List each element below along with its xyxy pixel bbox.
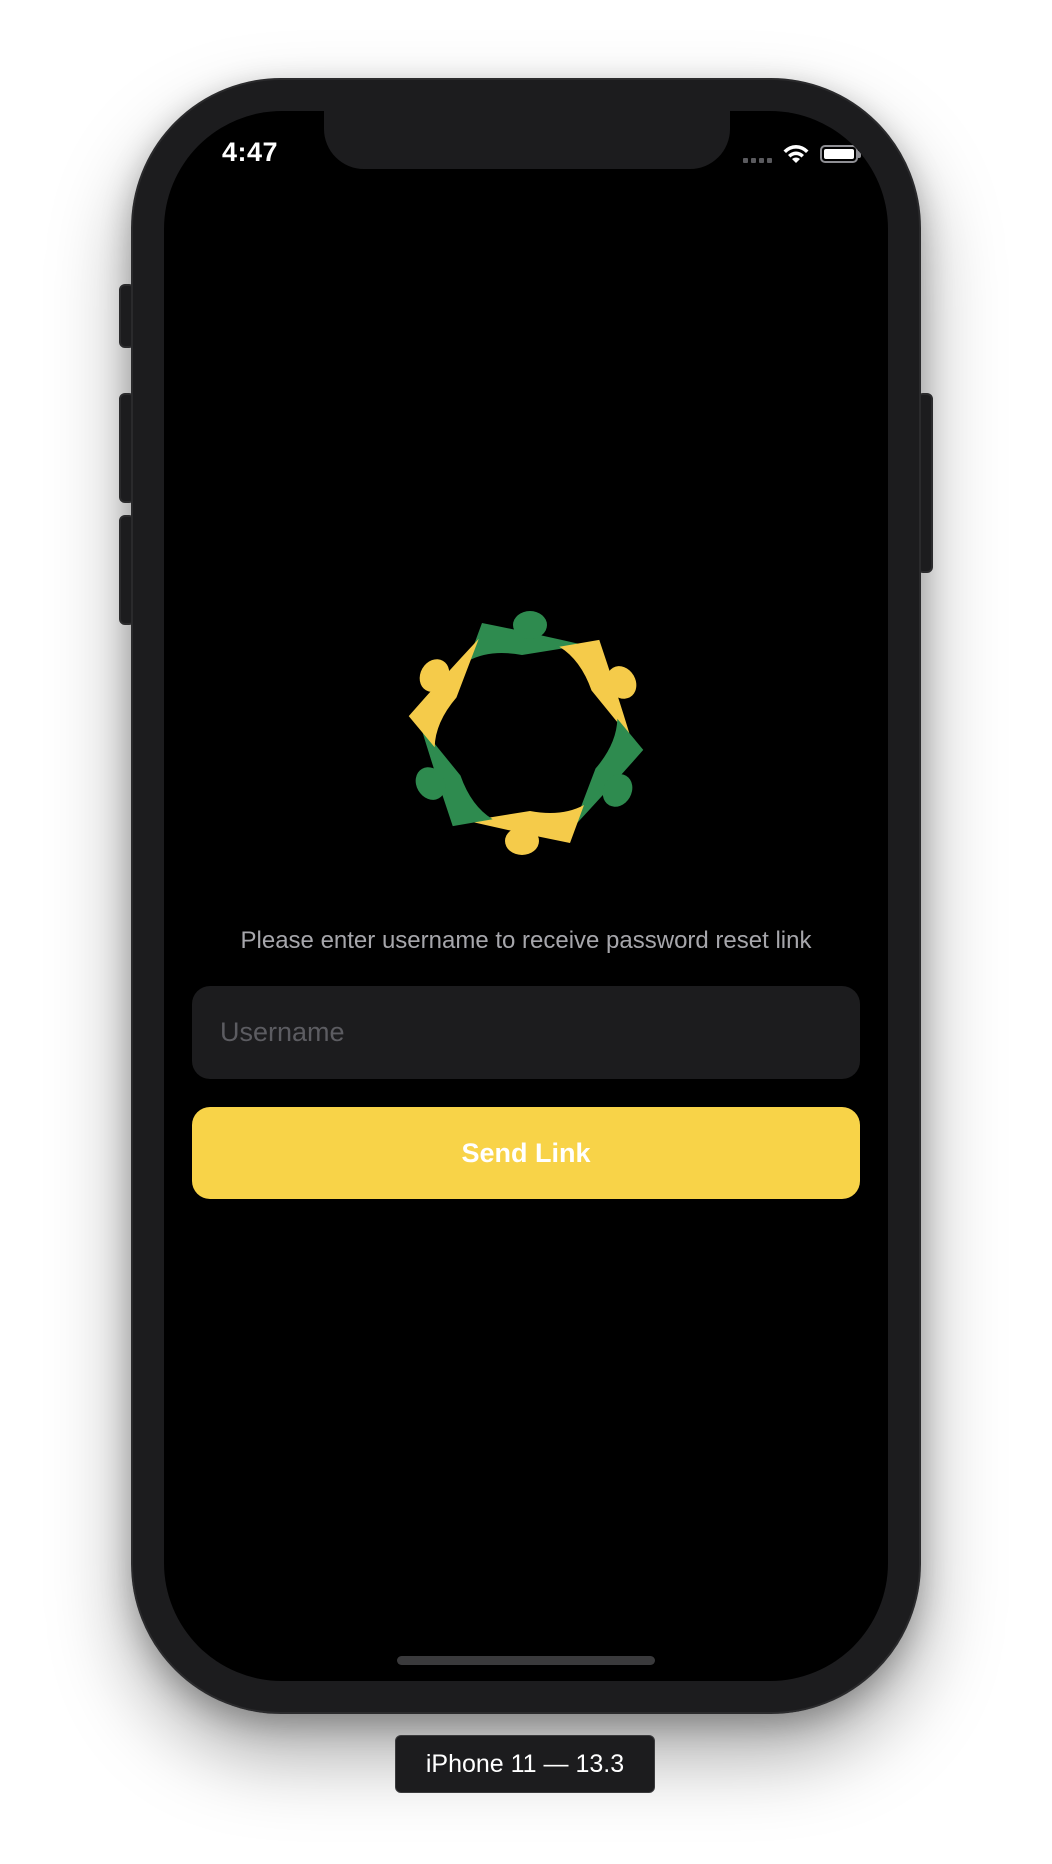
logo-figure-yellow xyxy=(468,805,584,855)
people-circle-logo xyxy=(408,611,644,855)
app-screen: 4:47 Please enter username to receive pa… xyxy=(164,111,888,1681)
logo-figure-yellow xyxy=(559,639,637,740)
status-time: 4:47 xyxy=(222,137,279,167)
status-icons xyxy=(743,143,861,165)
reset-instructions: Please enter username to receive passwor… xyxy=(240,927,812,954)
device-label: iPhone 11 — 13.3 xyxy=(395,1735,655,1793)
battery-icon xyxy=(820,145,861,163)
logo-figure-green xyxy=(468,611,584,661)
wifi-icon xyxy=(783,145,809,163)
cellular-signal-icon xyxy=(743,145,772,163)
logo-figure-yellow xyxy=(408,638,479,748)
username-input[interactable] xyxy=(192,986,860,1079)
simulator-stage: 4:47 Please enter username to receive pa… xyxy=(0,0,1052,1864)
send-link-button[interactable]: Send Link xyxy=(192,1107,860,1199)
home-indicator[interactable] xyxy=(397,1656,655,1665)
notch xyxy=(324,111,730,169)
logo-figure-green xyxy=(415,726,493,827)
